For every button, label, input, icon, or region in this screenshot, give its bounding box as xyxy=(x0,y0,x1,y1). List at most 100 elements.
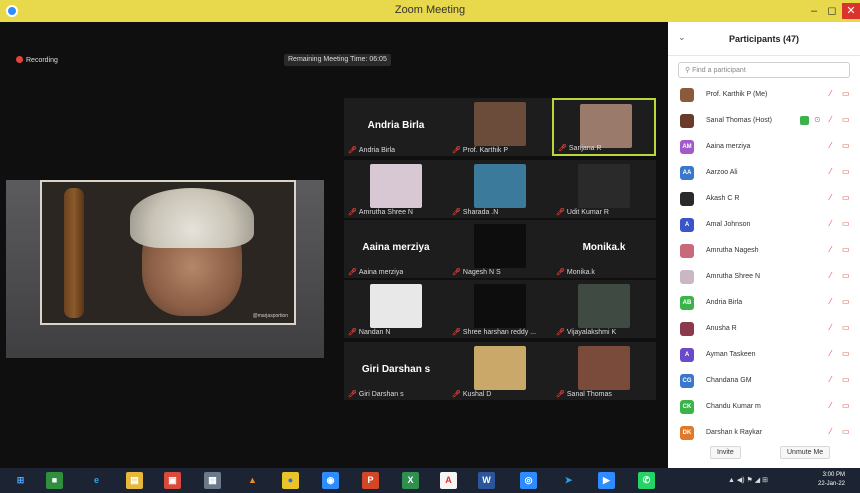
video-tile[interactable]: Monika.k 🎤︎ Monika.k xyxy=(552,220,656,278)
video-tile[interactable]: 🎤︎ Shree harshan reddy ... xyxy=(448,280,552,338)
recording-indicator[interactable]: Recording xyxy=(16,56,58,64)
explorer-window-icon[interactable]: ▦ xyxy=(204,472,221,489)
video-tile[interactable]: 🎤︎ Udit Kumar R xyxy=(552,160,656,218)
participant-row[interactable]: CG Chandana GM ⁄ ▭ xyxy=(668,368,860,394)
video-off-icon[interactable]: ▭ xyxy=(842,271,850,280)
video-tile[interactable]: 🎤︎ Amrutha Shree N xyxy=(344,160,448,218)
video-off-icon[interactable]: ▭ xyxy=(842,115,850,124)
video-tile[interactable]: 🎤︎ Nandan N xyxy=(344,280,448,338)
minimize-button[interactable]: – xyxy=(806,3,822,19)
video-tile[interactable]: Aaina merziya 🎤︎ Aaina merziya xyxy=(344,220,448,278)
video-off-icon[interactable]: ▭ xyxy=(842,349,850,358)
participant-name: Amal Johnson xyxy=(706,221,751,228)
muted-mic-icon[interactable]: ⁄ xyxy=(830,141,831,150)
video-tile[interactable]: 🎤︎ Sanjana R xyxy=(552,98,656,156)
muted-mic-icon: 🎤︎ xyxy=(556,391,565,398)
video-on-icon xyxy=(800,116,809,125)
muted-mic-icon[interactable]: ⁄ xyxy=(830,349,831,358)
video-off-icon[interactable]: ▭ xyxy=(842,219,850,228)
video-tile[interactable]: 🎤︎ Nagesh N S xyxy=(448,220,552,278)
muted-mic-icon[interactable]: ⁄ xyxy=(830,401,831,410)
participant-row[interactable]: AA Aarzoo Ali ⁄ ▭ xyxy=(668,160,860,186)
muted-mic-icon[interactable]: ⁄ xyxy=(830,167,831,176)
video-off-icon[interactable]: ▭ xyxy=(842,193,850,202)
pdf-reader-icon[interactable]: A xyxy=(440,472,457,489)
video-off-icon[interactable]: ▭ xyxy=(842,89,850,98)
tile-name: Sanal Thomas xyxy=(566,391,612,398)
video-tile[interactable]: 🎤︎ Prof. Karthik P xyxy=(448,98,552,156)
video-tile[interactable]: 🎤︎ Vijayalakshmi K xyxy=(552,280,656,338)
participant-video xyxy=(474,346,526,390)
participant-row[interactable]: A Ayman Taskeen ⁄ ▭ xyxy=(668,342,860,368)
muted-mic-icon[interactable]: ⁄ xyxy=(830,323,831,332)
word-icon[interactable]: W xyxy=(478,472,495,489)
recording-label: Recording xyxy=(26,57,58,64)
photos-icon[interactable]: ◎ xyxy=(520,472,537,489)
participant-search-input[interactable]: ⚲ Find a participant xyxy=(678,62,850,78)
participant-row[interactable]: Amrutha Shree N ⁄ ▭ xyxy=(668,264,860,290)
whatsapp-icon[interactable]: ✆ xyxy=(638,472,655,489)
video-tile[interactable]: Giri Darshan s 🎤︎ Giri Darshan s xyxy=(344,342,448,400)
camera-icon[interactable]: ◉ xyxy=(322,472,339,489)
invite-button[interactable]: Invite xyxy=(710,446,741,459)
clock-date: 22-Jan-22 xyxy=(818,481,846,487)
muted-mic-icon[interactable]: ⁄ xyxy=(830,245,831,254)
windows-start-icon[interactable]: ⊞ xyxy=(12,472,29,489)
muted-mic-icon[interactable]: ⁄ xyxy=(830,219,831,228)
video-off-icon[interactable]: ▭ xyxy=(842,167,850,176)
video-tile[interactable]: 🎤︎ Kushal D xyxy=(448,342,552,400)
store-icon[interactable]: ■ xyxy=(46,472,63,489)
muted-mic-icon[interactable]: ⁄ xyxy=(830,427,831,436)
tile-name: Nagesh N S xyxy=(462,269,501,276)
vlc-icon[interactable]: ▲ xyxy=(244,472,261,489)
participant-row[interactable]: AM Aaina merziya ⁄ ▭ xyxy=(668,134,860,160)
tile-name: Monika.k xyxy=(566,269,595,276)
video-off-icon[interactable]: ▭ xyxy=(842,401,850,410)
maximize-button[interactable]: ◻ xyxy=(824,3,840,19)
tile-name: Shree harshan reddy ... xyxy=(462,329,537,336)
participant-row[interactable]: Prof. Karthik P (Me) ⁄ ▭ xyxy=(668,82,860,108)
avatar: AA xyxy=(680,166,694,180)
video-off-icon[interactable]: ▭ xyxy=(842,141,850,150)
record-icon xyxy=(16,56,23,63)
video-off-icon[interactable]: ▭ xyxy=(842,245,850,254)
telegram-icon[interactable]: ➤ xyxy=(560,472,577,489)
shared-video[interactable]: @marjasportion xyxy=(40,180,296,325)
edge-icon[interactable]: e xyxy=(88,472,105,489)
muted-mic-icon[interactable]: ⁄ xyxy=(830,375,831,384)
system-tray[interactable]: ▲ ◀) ⚑ ◢ ⊞ xyxy=(728,476,768,484)
muted-mic-icon[interactable]: ⁄ xyxy=(830,115,831,124)
participant-row[interactable]: Sanal Thomas (Host) ⊙ ⁄ ▭ xyxy=(668,108,860,134)
video-tile[interactable]: 🎤︎ Sharada .N xyxy=(448,160,552,218)
video-tile[interactable]: Andria Birla 🎤︎ Andria Birla xyxy=(344,98,448,156)
participant-row[interactable]: A Amal Johnson ⁄ ▭ xyxy=(668,212,860,238)
participant-row[interactable]: AB Andria Birla ⁄ ▭ xyxy=(668,290,860,316)
unmute-me-button[interactable]: Unmute Me xyxy=(780,446,831,459)
video-off-icon[interactable]: ▭ xyxy=(842,297,850,306)
participant-row[interactable]: Akash C R ⁄ ▭ xyxy=(668,186,860,212)
participant-video xyxy=(474,284,526,328)
tile-name: Kushal D xyxy=(462,391,492,398)
zoom-taskbar-icon[interactable]: ▶ xyxy=(598,472,615,489)
participant-row[interactable]: Anusha R ⁄ ▭ xyxy=(668,316,860,342)
video-off-icon[interactable]: ▭ xyxy=(842,427,850,436)
clock[interactable]: 3:00 PM 22-Jan-22 xyxy=(818,471,845,489)
muted-mic-icon: 🎤︎ xyxy=(348,147,357,154)
muted-mic-icon[interactable]: ⁄ xyxy=(830,297,831,306)
participant-row[interactable]: Amrutha Nagesh ⁄ ▭ xyxy=(668,238,860,264)
excel-icon[interactable]: X xyxy=(402,472,419,489)
video-off-icon[interactable]: ▭ xyxy=(842,375,850,384)
media-player-icon[interactable]: ▣ xyxy=(164,472,181,489)
video-tile[interactable]: 🎤︎ Sanal Thomas xyxy=(552,342,656,400)
video-off-icon[interactable]: ▭ xyxy=(842,323,850,332)
muted-mic-icon[interactable]: ⁄ xyxy=(830,271,831,280)
file-explorer-icon[interactable]: ▤ xyxy=(126,472,143,489)
chrome-icon[interactable]: ● xyxy=(282,472,299,489)
muted-mic-icon[interactable]: ⁄ xyxy=(830,193,831,202)
participant-row[interactable]: CK Chandu Kumar m ⁄ ▭ xyxy=(668,394,860,420)
close-button[interactable]: ✕ xyxy=(842,3,860,19)
options-icon[interactable]: ⊙ xyxy=(814,115,821,124)
powerpoint-icon[interactable]: P xyxy=(362,472,379,489)
participant-row[interactable]: DK Darshan k Raykar ⁄ ▭ xyxy=(668,420,860,446)
muted-mic-icon[interactable]: ⁄ xyxy=(830,89,831,98)
